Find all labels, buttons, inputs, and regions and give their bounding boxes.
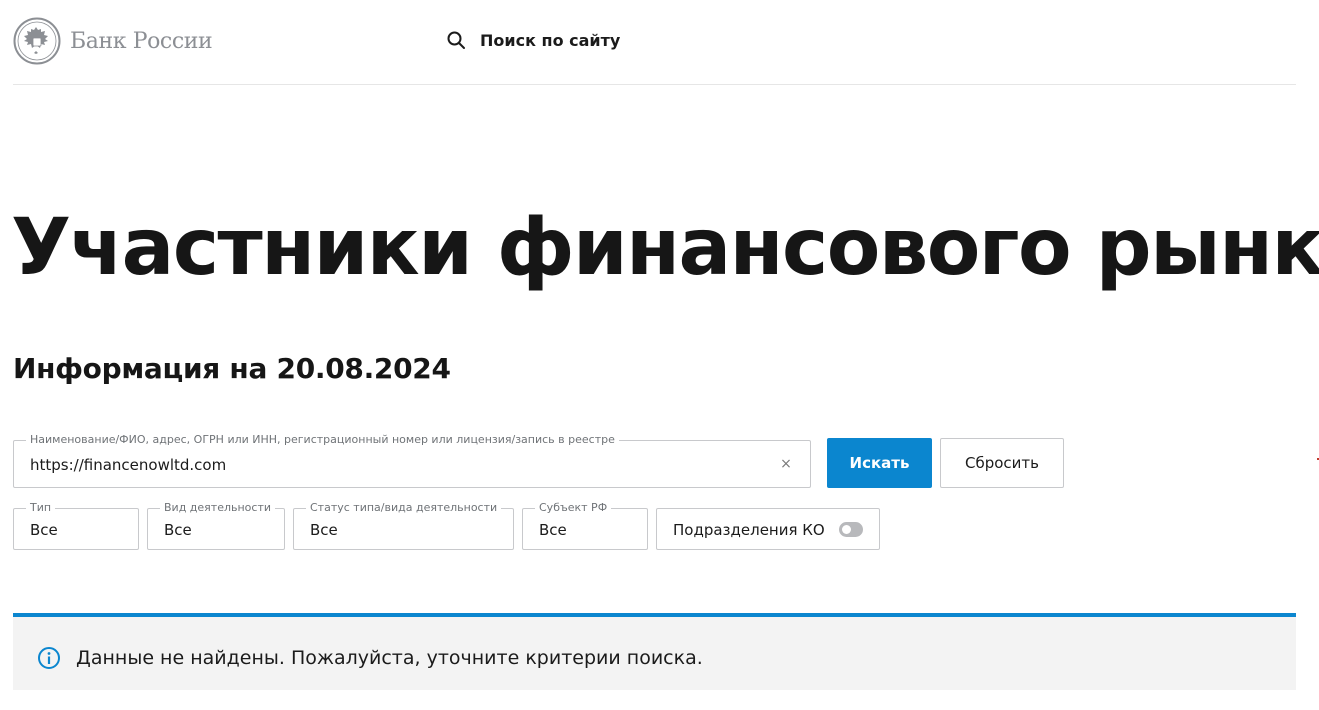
region-select[interactable]: Субъект РФ Все xyxy=(522,501,648,550)
search-field-label: Наименование/ФИО, адрес, ОГРН или ИНН, р… xyxy=(26,433,619,447)
clear-icon[interactable]: × xyxy=(778,456,794,472)
branches-toggle-label: Подразделения КО xyxy=(673,521,825,539)
bank-logo[interactable]: Банк России xyxy=(13,17,213,65)
region-select-label: Субъект РФ xyxy=(535,501,612,515)
page-title: Участники финансового рынка xyxy=(11,203,1319,293)
double-headed-eagle-icon xyxy=(13,17,61,65)
type-select-value: Все xyxy=(30,521,58,539)
status-select-value: Все xyxy=(310,521,338,539)
activity-select-value: Все xyxy=(164,521,192,539)
type-select[interactable]: Тип Все xyxy=(13,501,139,550)
status-select[interactable]: Статус типа/вида деятельности Все xyxy=(293,501,514,550)
search-button[interactable]: Искать xyxy=(827,438,932,488)
site-search-button[interactable]: Поиск по сайту xyxy=(446,30,620,50)
activity-select[interactable]: Вид деятельности Все xyxy=(147,501,285,550)
site-search-label: Поиск по сайту xyxy=(480,30,621,50)
search-icon xyxy=(447,31,465,49)
branches-toggle-switch[interactable] xyxy=(839,522,863,537)
branches-toggle-field[interactable]: Подразделения КО xyxy=(656,508,880,550)
region-select-value: Все xyxy=(539,521,567,539)
site-header: Банк России Поиск по сайту xyxy=(13,0,1296,85)
info-date-heading: Информация на 20.08.2024 xyxy=(13,352,451,385)
status-select-label: Статус типа/вида деятельности xyxy=(306,501,502,515)
registry-search-input[interactable]: Наименование/ФИО, адрес, ОГРН или ИНН, р… xyxy=(13,433,811,488)
notice-message: Данные не найдены. Пожалуйста, уточните … xyxy=(76,647,703,669)
search-field-value: https://financenowltd.com xyxy=(30,456,227,474)
reset-button[interactable]: Сбросить xyxy=(940,438,1064,488)
type-select-label: Тип xyxy=(26,501,56,515)
logo-text: Банк России xyxy=(70,28,213,54)
page: Банк России Поиск по сайту Участники фин… xyxy=(0,0,1319,710)
activity-select-label: Вид деятельности xyxy=(160,501,276,515)
info-icon xyxy=(38,647,60,669)
no-results-notice: Данные не найдены. Пожалуйста, уточните … xyxy=(13,613,1296,690)
